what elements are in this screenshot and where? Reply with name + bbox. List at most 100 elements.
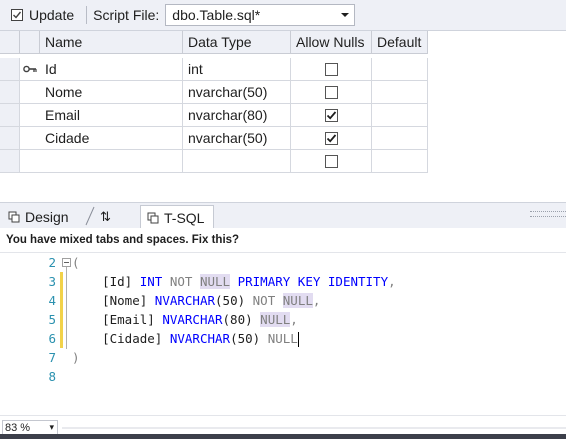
update-label: Update [29,7,75,23]
cell-default[interactable] [372,58,428,81]
column-header-allow-nulls[interactable]: Allow Nulls [291,31,372,54]
token: NULL [267,331,298,346]
code-line-6: [Cidade] NVARCHAR(50) NULL [72,329,299,348]
token: , [388,274,396,289]
cell-data-type[interactable]: nvarchar(50) [183,81,291,104]
token: [Email] [72,312,163,327]
dotted-grip [530,211,566,217]
cell-data-type[interactable]: int [183,58,291,81]
checkmark-icon [326,133,336,143]
script-file-dropdown[interactable]: dbo.Table.sql* [165,4,356,26]
change-marker [60,310,63,329]
cell-allow-nulls[interactable] [291,58,372,81]
table-row[interactable] [0,150,566,173]
row-selector[interactable] [0,58,20,81]
token: NULL [282,293,313,308]
table-row[interactable]: Cidade nvarchar(50) [0,127,566,150]
token: INT [139,274,163,289]
tab-tsql-label: T-SQL [164,210,205,226]
cell-default[interactable] [372,150,428,173]
cell-name[interactable]: Cidade [40,127,183,150]
token: NVARCHAR [154,293,216,308]
update-button[interactable]: Update [6,4,78,26]
token: NULL [260,312,291,327]
tab-design[interactable]: Design [8,206,69,228]
key-cell [20,81,40,104]
cell-default[interactable] [372,104,428,127]
key-cell [20,104,40,127]
token: NVARCHAR [162,312,223,327]
tab-tsql[interactable]: T-SQL [140,205,214,230]
cell-data-type[interactable] [183,150,291,173]
token: NVARCHAR [169,331,231,346]
line-number: 6 [48,331,56,346]
toolbar-separator [86,6,88,24]
infobar-message[interactable]: You have mixed tabs and spaces. Fix this… [6,234,239,246]
cell-default[interactable] [372,127,428,150]
change-marker [60,272,63,291]
grid-header-row: Name Data Type Allow Nulls Default [0,31,566,54]
allow-nulls-checkbox[interactable] [324,131,338,145]
swap-icon: ⇅ [100,209,111,224]
tsql-editor[interactable]: 2 3 4 5 6 7 8 ( [Id] INT NOT NULL PRIMAR… [0,253,566,415]
select-all-corner[interactable] [0,31,20,54]
row-selector[interactable] [0,104,20,127]
row-selector[interactable] [0,127,20,150]
token: NOT [169,274,193,289]
mixed-tabs-infobar[interactable]: You have mixed tabs and spaces. Fix this… [0,228,566,253]
horizontal-scrollbar[interactable] [62,427,566,429]
token: (50) [215,293,253,308]
line-number: 3 [48,274,56,289]
table-row[interactable]: Email nvarchar(80) [0,104,566,127]
swap-panes-button[interactable]: ⇅ [100,206,111,228]
token: [Nome] [72,293,155,308]
allow-nulls-checkbox[interactable] [324,85,338,99]
token: ( [72,255,80,270]
code-line-7: ) [72,348,80,367]
line-number: 5 [48,312,56,327]
allow-nulls-checkbox[interactable] [324,154,338,168]
cell-data-type[interactable]: nvarchar(80) [183,104,291,127]
script-file-value: dbo.Table.sql* [172,7,261,23]
allow-nulls-checkbox[interactable] [324,62,338,76]
line-number: 8 [48,369,56,384]
zoom-value: 83 % [5,422,31,434]
column-header-data-type[interactable]: Data Type [183,31,291,54]
cell-allow-nulls[interactable] [291,150,372,173]
token: [Cidade] [72,331,170,346]
key-cell [20,150,40,173]
line-number: 7 [48,350,56,365]
checkmark-icon [326,110,336,120]
cell-default[interactable] [372,81,428,104]
column-header-name[interactable]: Name [40,31,183,54]
fold-guide [66,263,67,349]
change-marker [60,329,63,348]
token: , [290,312,298,327]
update-icon [11,9,23,21]
script-file-label: Script File: [93,7,160,23]
cell-allow-nulls[interactable] [291,127,372,150]
key-cell [20,127,40,150]
token: (50) [230,331,268,346]
cell-allow-nulls[interactable] [291,104,372,127]
key-column-header [20,31,40,54]
design-icon [8,211,20,223]
cell-name[interactable] [40,150,183,173]
cell-allow-nulls[interactable] [291,81,372,104]
cell-name[interactable]: Nome [40,81,183,104]
text-cursor [297,332,299,347]
cell-name[interactable]: Email [40,104,183,127]
token: , [312,293,321,308]
token: ) [72,350,80,365]
table-row[interactable]: Nome nvarchar(50) [0,81,566,104]
row-selector[interactable] [0,81,20,104]
chevron-down-icon: ▾ [49,422,54,432]
code-line-4: [Nome] NVARCHAR(50) NOT NULL, [72,291,320,310]
window-bottom-edge [0,434,566,439]
cell-name[interactable]: Id [40,58,183,81]
cell-data-type[interactable]: nvarchar(50) [183,127,291,150]
column-header-default[interactable]: Default [372,31,428,54]
row-selector[interactable] [0,150,20,173]
allow-nulls-checkbox[interactable] [324,108,338,122]
table-row[interactable]: Id int [0,58,566,81]
